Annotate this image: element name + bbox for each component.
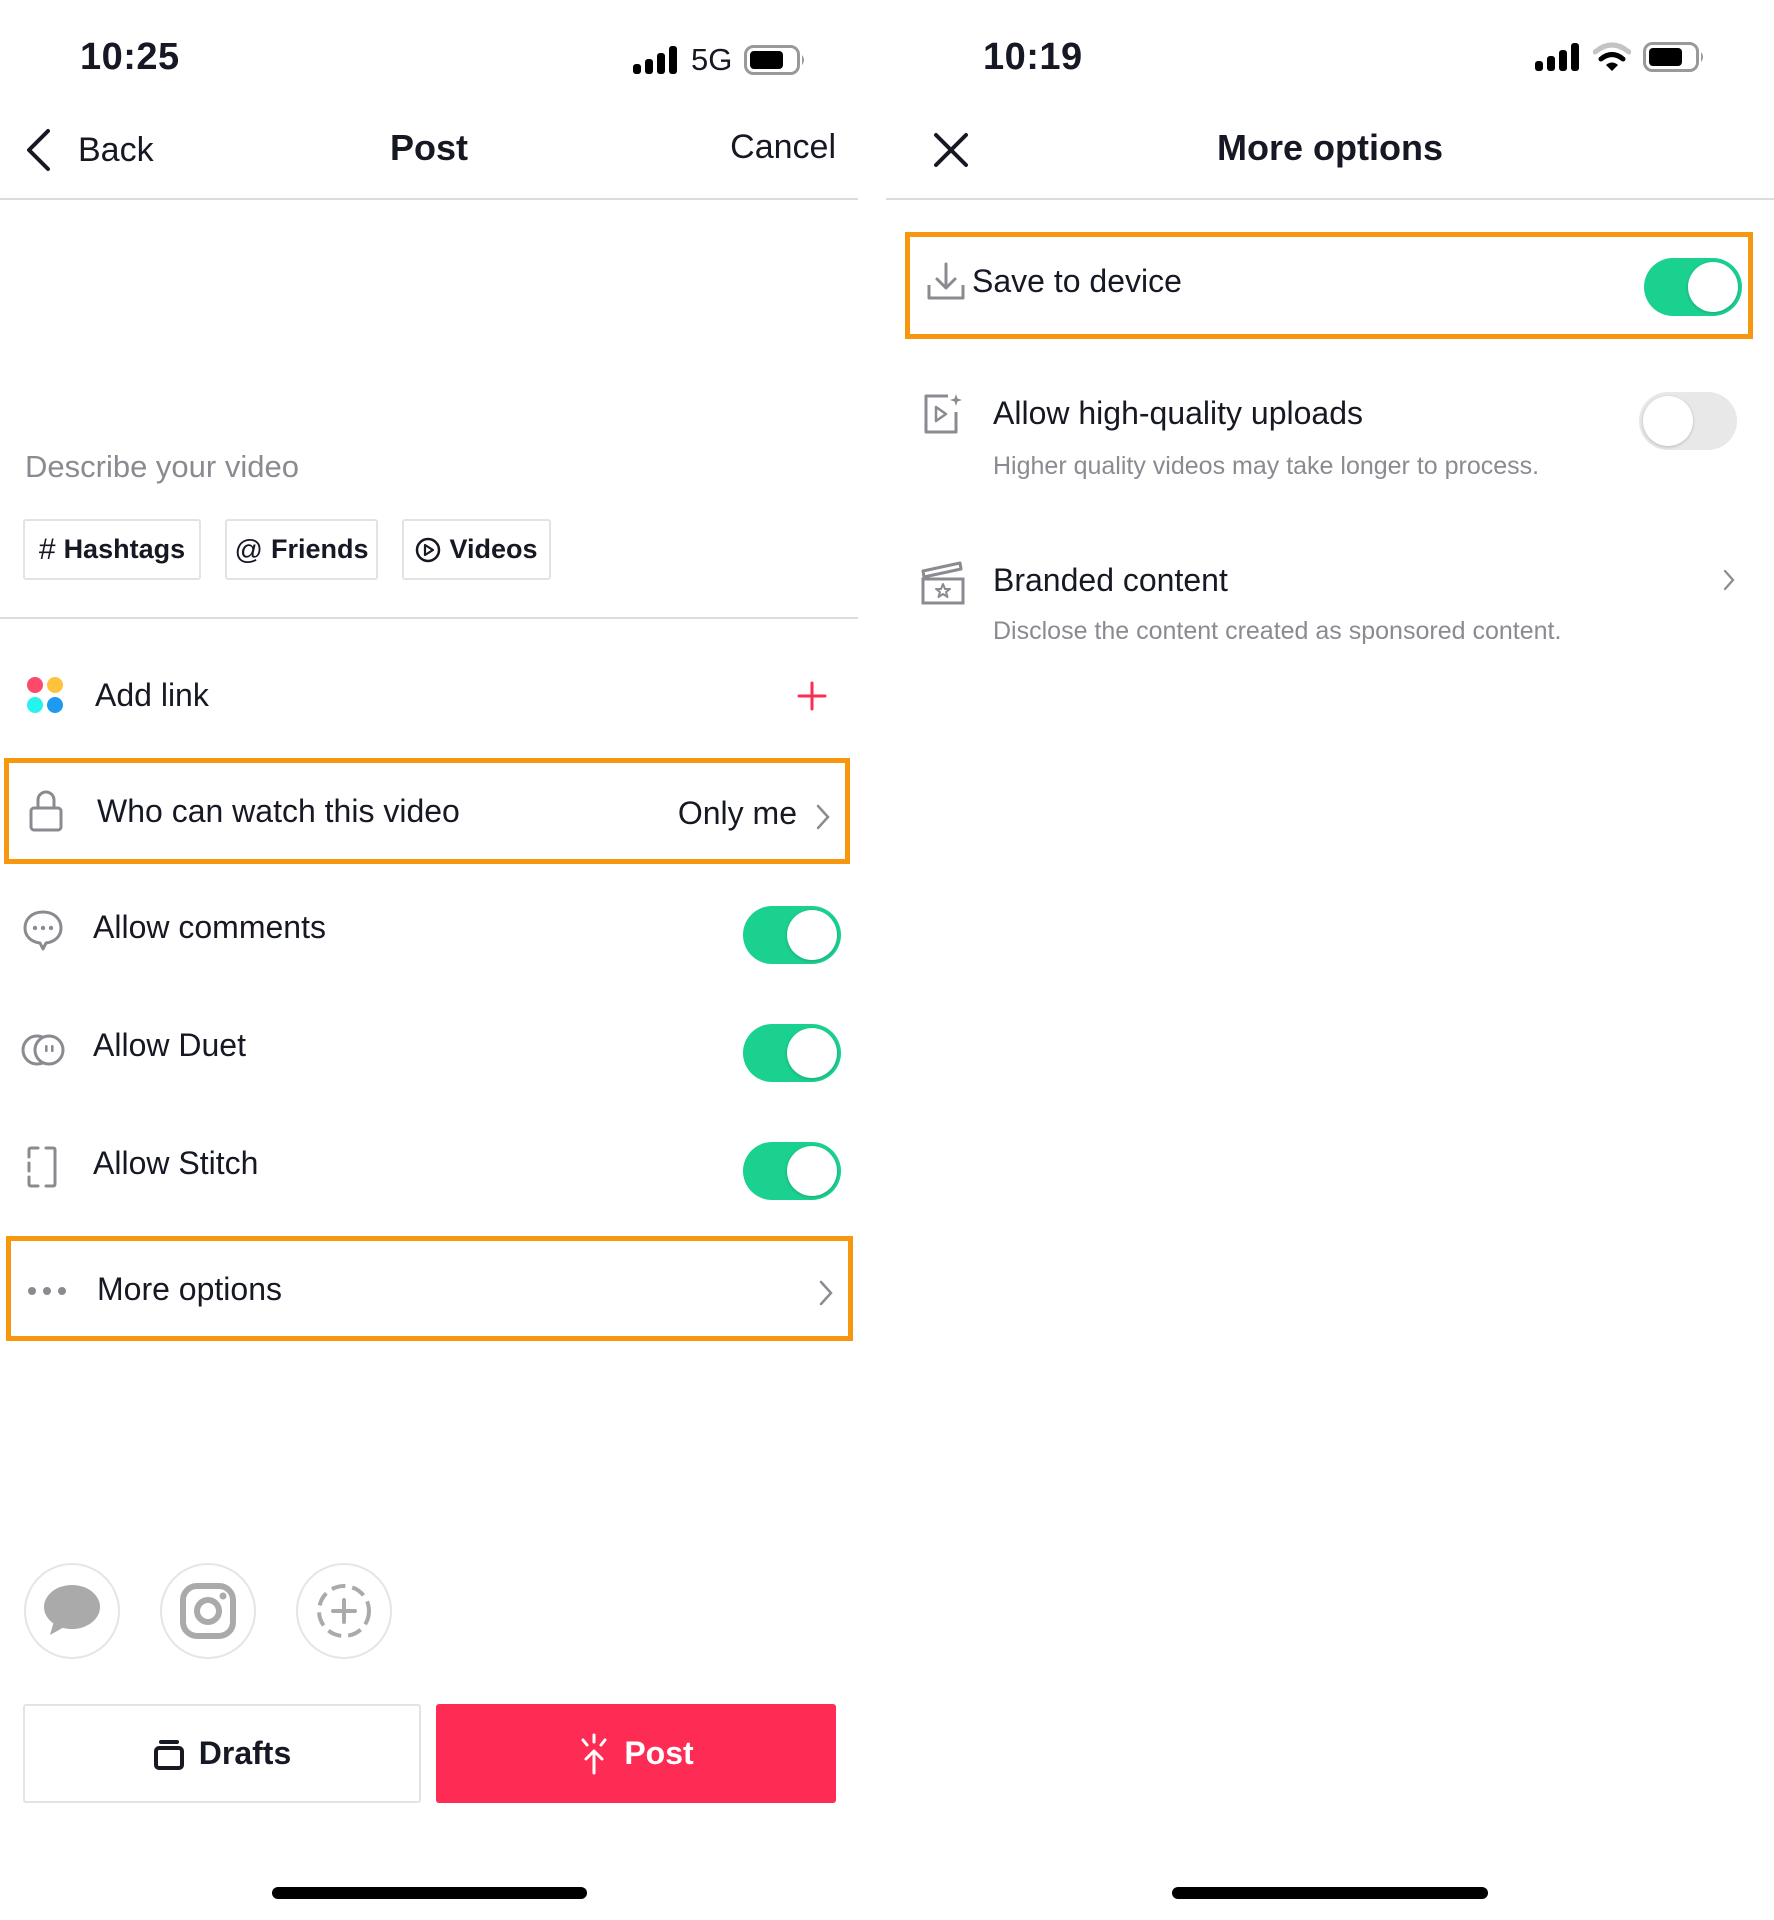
- page-title: More options: [1217, 127, 1443, 168]
- add-link-row[interactable]: Add link: [0, 660, 858, 732]
- messages-icon: [44, 1585, 100, 1635]
- save-to-device-row: Save to device: [905, 232, 1753, 339]
- add-story-icon: [317, 1584, 371, 1638]
- at-icon: @: [234, 533, 263, 565]
- allow-comments-row: Allow comments: [0, 895, 858, 971]
- more-options-label: More options: [97, 1271, 282, 1307]
- high-quality-toggle[interactable]: [1639, 392, 1737, 450]
- share-messages-button[interactable]: [24, 1563, 120, 1659]
- cellular-signal-icon: [633, 46, 677, 74]
- save-to-device-label: Save to device: [972, 263, 1182, 299]
- chevron-right-icon: [1723, 569, 1735, 591]
- drafts-button[interactable]: Drafts: [23, 1704, 421, 1803]
- home-indicator: [1172, 1887, 1488, 1899]
- wifi-icon: [1593, 42, 1631, 71]
- allow-comments-toggle[interactable]: [743, 906, 841, 964]
- hq-video-icon: [924, 394, 962, 434]
- nav-divider: [886, 198, 1774, 200]
- lock-icon: [29, 790, 63, 832]
- post-button[interactable]: Post: [436, 1704, 836, 1803]
- nav-divider: [0, 198, 858, 200]
- toggle-knob: [787, 1028, 837, 1078]
- duet-icon: [21, 1034, 65, 1066]
- chip-label: Friends: [270, 534, 369, 564]
- save-to-device-toggle[interactable]: [1644, 258, 1742, 316]
- battery-icon: [744, 45, 805, 75]
- chevron-right-icon: [816, 804, 830, 830]
- battery-icon: [1643, 42, 1703, 72]
- allow-duet-toggle[interactable]: [743, 1024, 841, 1082]
- chip-label: Videos: [449, 534, 538, 564]
- status-time: 10:19: [983, 36, 1083, 78]
- status-icons: 5G: [633, 42, 806, 78]
- share-instagram-button[interactable]: [160, 1563, 256, 1659]
- cellular-signal-icon: [1535, 43, 1579, 71]
- more-options-row[interactable]: More options: [6, 1236, 853, 1341]
- privacy-value: Only me: [677, 795, 797, 831]
- section-divider: [0, 617, 858, 619]
- hashtag-icon: #: [38, 532, 56, 566]
- chip-label: Hashtags: [63, 534, 186, 564]
- who-can-watch-label: Who can watch this video: [97, 793, 460, 829]
- stitch-icon: [27, 1146, 57, 1188]
- high-quality-row: Allow high-quality uploads Higher qualit…: [886, 380, 1774, 500]
- add-link-label: Add link: [95, 677, 209, 713]
- allow-stitch-row: Allow Stitch: [0, 1131, 858, 1207]
- allow-duet-row: Allow Duet: [0, 1013, 858, 1089]
- add-link-dots-icon: [27, 677, 63, 713]
- description-input[interactable]: Describe your video: [0, 210, 858, 490]
- toggle-knob: [787, 1146, 837, 1196]
- chevron-right-icon: [819, 1280, 833, 1306]
- post-screen: 10:25 5G Back Post Cancel Describe your …: [0, 0, 870, 1920]
- toggle-knob: [787, 910, 837, 960]
- branded-content-label: Branded content: [993, 562, 1228, 598]
- instagram-icon: [180, 1583, 236, 1639]
- more-options-screen: 10:19 More options Save to device Allow …: [886, 0, 1774, 1920]
- description-placeholder: Describe your video: [25, 449, 299, 484]
- hashtags-chip[interactable]: # Hashtags: [23, 519, 201, 580]
- friends-chip[interactable]: @ Friends: [225, 519, 378, 580]
- videos-chip[interactable]: Videos: [402, 519, 551, 580]
- high-quality-subtitle: Higher quality videos may take longer to…: [993, 452, 1540, 480]
- network-type: 5G: [691, 42, 733, 77]
- who-can-watch-row[interactable]: Who can watch this video Only me: [4, 758, 850, 864]
- cancel-button[interactable]: Cancel: [730, 128, 836, 167]
- branded-content-subtitle: Disclose the content created as sponsore…: [993, 617, 1562, 645]
- allow-stitch-label: Allow Stitch: [93, 1145, 259, 1181]
- status-icons: [1535, 42, 1705, 72]
- drafts-icon: [153, 1739, 184, 1770]
- toggle-knob: [1643, 396, 1693, 446]
- allow-comments-label: Allow comments: [93, 909, 326, 945]
- drafts-label: Drafts: [198, 1735, 292, 1771]
- high-quality-label: Allow high-quality uploads: [993, 395, 1363, 431]
- download-icon: [927, 262, 965, 300]
- post-label: Post: [624, 1735, 694, 1771]
- allow-duet-label: Allow Duet: [93, 1027, 246, 1063]
- play-circle-icon: [416, 537, 441, 562]
- plus-icon[interactable]: [797, 681, 827, 711]
- status-time: 10:25: [80, 36, 180, 78]
- branded-content-row[interactable]: Branded content Disclose the content cre…: [886, 545, 1774, 665]
- post-sparkle-icon: [581, 1733, 607, 1774]
- home-indicator: [272, 1887, 587, 1899]
- comment-icon: [23, 910, 63, 951]
- share-add-story-button[interactable]: [296, 1563, 392, 1659]
- allow-stitch-toggle[interactable]: [743, 1142, 841, 1200]
- toggle-knob: [1688, 262, 1738, 312]
- branded-content-icon: [921, 561, 965, 605]
- more-dots-icon: [28, 1287, 66, 1295]
